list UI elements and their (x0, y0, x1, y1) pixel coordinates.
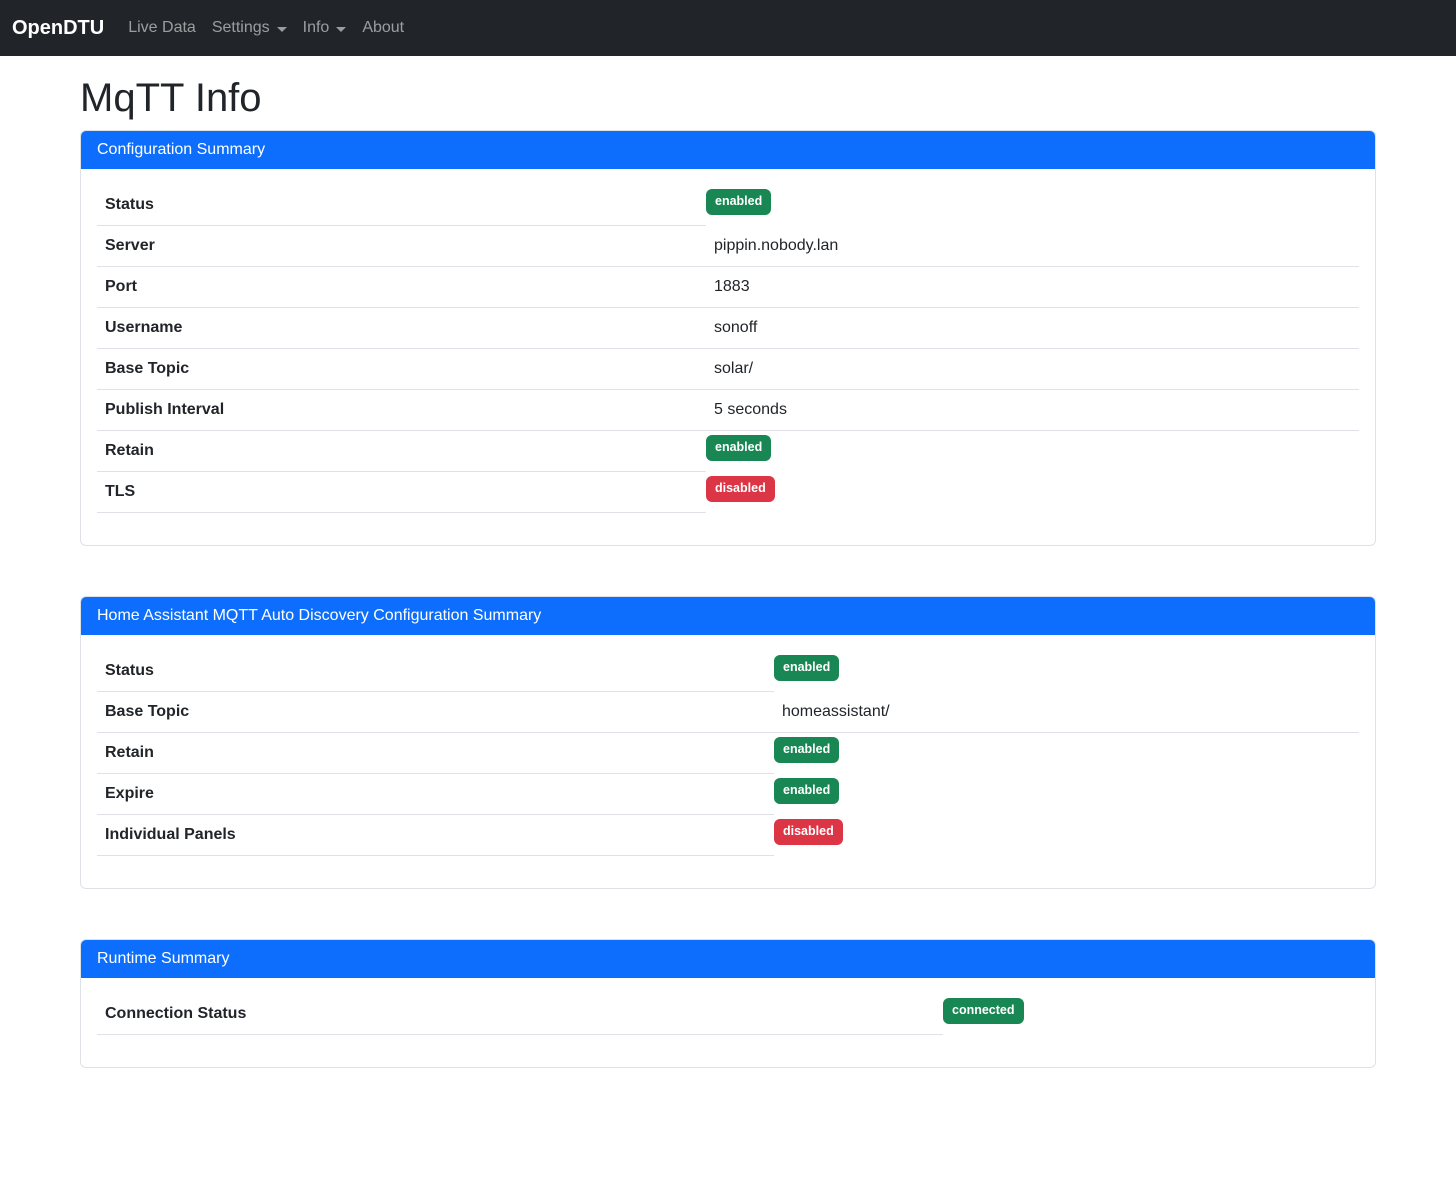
status-badge-connected: connected (943, 998, 1024, 1024)
table-row-expire: Expireenabled (97, 774, 1359, 815)
row-label: Status (97, 651, 774, 692)
table-row-base-topic: Base Topicsolar/ (97, 349, 1359, 390)
nav-item-live-data[interactable]: Live Data (120, 8, 204, 48)
nav-item-label: About (362, 16, 404, 40)
row-label: Retain (97, 431, 706, 472)
card-body: StatusenabledBase Topichomeassistant/Ret… (81, 635, 1375, 888)
status-badge-enabled: enabled (774, 737, 839, 763)
chevron-down-icon (277, 27, 287, 32)
nav-item-about[interactable]: About (354, 8, 412, 48)
navbar: OpenDTU Live Data Settings Info About (0, 0, 1456, 56)
row-label: Individual Panels (97, 815, 774, 856)
nav-item-settings[interactable]: Settings (204, 8, 295, 48)
chevron-down-icon (336, 27, 346, 32)
row-value: pippin.nobody.lan (706, 226, 1359, 267)
card-body: StatusenabledServerpippin.nobody.lanPort… (81, 169, 1375, 545)
card-configuration-summary: Configuration SummaryStatusenabledServer… (80, 130, 1376, 546)
nav-links: Live Data Settings Info About (120, 8, 412, 48)
status-badge-disabled: disabled (774, 819, 843, 845)
row-value: 5 seconds (706, 390, 1359, 431)
row-value: solar/ (706, 349, 1359, 390)
row-label: Status (97, 185, 706, 226)
table-row-tls: TLSdisabled (97, 472, 1359, 513)
row-label: Username (97, 308, 706, 349)
brand-opendtu[interactable]: OpenDTU (12, 17, 104, 40)
nav-item-label: Settings (212, 16, 270, 40)
table-row-retain: Retainenabled (97, 431, 1359, 472)
table-row-username: Usernamesonoff (97, 308, 1359, 349)
summary-table: StatusenabledBase Topichomeassistant/Ret… (97, 651, 1359, 856)
row-label: Publish Interval (97, 390, 706, 431)
row-value: enabled (774, 651, 1359, 692)
row-value: enabled (774, 733, 1359, 774)
table-row-individual-panels: Individual Panelsdisabled (97, 815, 1359, 856)
status-badge-enabled: enabled (774, 778, 839, 804)
row-label: Connection Status (97, 994, 943, 1035)
table-row-publish-interval: Publish Interval5 seconds (97, 390, 1359, 431)
row-value: 1883 (706, 267, 1359, 308)
status-badge-enabled: enabled (706, 189, 771, 215)
status-badge-enabled: enabled (774, 655, 839, 681)
card-header-runtime-summary: Runtime Summary (81, 940, 1375, 978)
page-title: MqTT Info (80, 74, 1376, 122)
table-row-status: Statusenabled (97, 651, 1359, 692)
summary-table: Connection Statusconnected (97, 994, 1359, 1035)
row-value: enabled (706, 185, 1359, 226)
table-row-port: Port1883 (97, 267, 1359, 308)
nav-item-info[interactable]: Info (295, 8, 355, 48)
card-runtime-summary: Runtime Summary Connection Statusconnecte… (80, 939, 1376, 1068)
row-value: disabled (774, 815, 1359, 856)
row-value: enabled (774, 774, 1359, 815)
table-row-server: Serverpippin.nobody.lan (97, 226, 1359, 267)
row-label: Base Topic (97, 692, 774, 733)
row-value: homeassistant/ (774, 692, 1359, 733)
row-label: Retain (97, 733, 774, 774)
row-label: Server (97, 226, 706, 267)
table-row-connection-status: Connection Statusconnected (97, 994, 1359, 1035)
card-header-configuration-summary: Configuration Summary (81, 131, 1375, 169)
row-value: sonoff (706, 308, 1359, 349)
main-content: MqTT Info Configuration SummaryStatusena… (68, 74, 1388, 1108)
status-badge-disabled: disabled (706, 476, 775, 502)
summary-table: StatusenabledServerpippin.nobody.lanPort… (97, 185, 1359, 513)
row-label: Base Topic (97, 349, 706, 390)
row-value: connected (943, 994, 1359, 1035)
card-body: Connection Statusconnected (81, 978, 1375, 1067)
nav-item-label: Info (303, 16, 330, 40)
status-badge-enabled: enabled (706, 435, 771, 461)
row-value: enabled (706, 431, 1359, 472)
cards-container: Configuration SummaryStatusenabledServer… (80, 130, 1376, 1068)
row-label: TLS (97, 472, 706, 513)
table-row-retain: Retainenabled (97, 733, 1359, 774)
row-label: Port (97, 267, 706, 308)
nav-item-label: Live Data (128, 16, 196, 40)
table-row-base-topic: Base Topichomeassistant/ (97, 692, 1359, 733)
row-label: Expire (97, 774, 774, 815)
card-header-home-assistant-mqtt-auto-discovery-configuration-summary: Home Assistant MQTT Auto Discovery Confi… (81, 597, 1375, 635)
card-home-assistant-mqtt-auto-discovery-configuration-summary: Home Assistant MQTT Auto Discovery Confi… (80, 596, 1376, 889)
table-row-status: Statusenabled (97, 185, 1359, 226)
row-value: disabled (706, 472, 1359, 513)
